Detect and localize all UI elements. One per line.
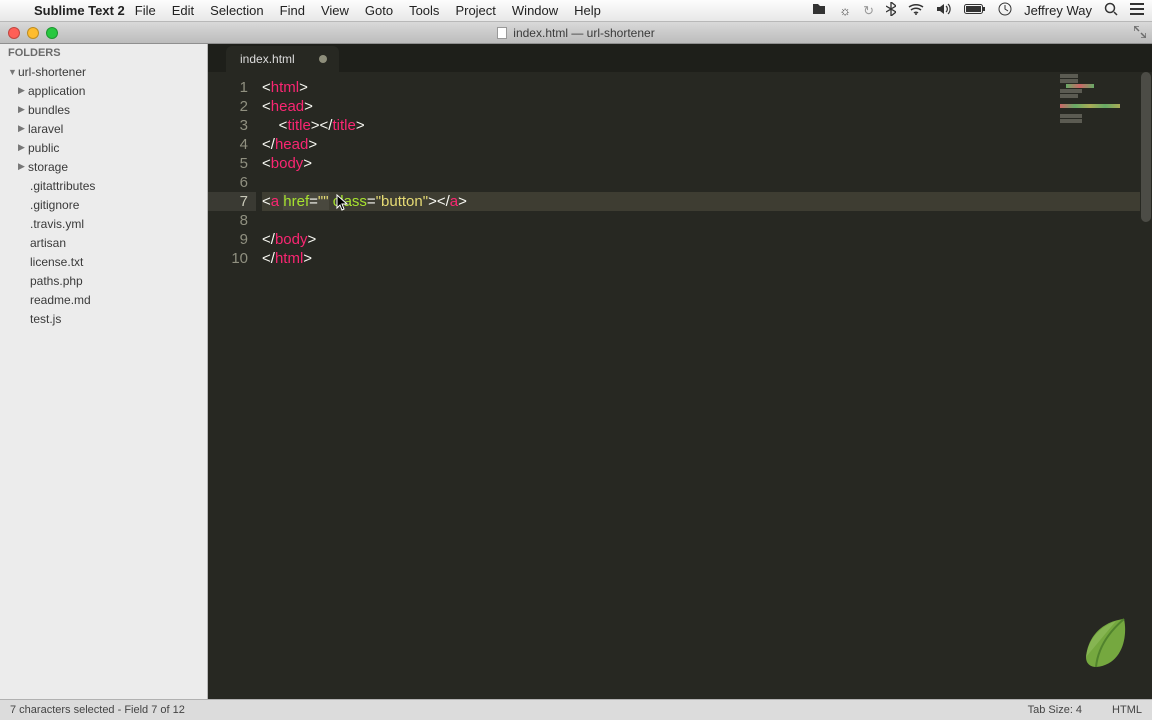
code-line: <title></title> [262, 116, 1152, 135]
tab-bar: index.html [208, 44, 1152, 72]
evernote-icon[interactable] [811, 2, 827, 19]
editor: index.html 1 2 3 4 5 6 7 8 9 10 <html> [208, 44, 1152, 699]
code-area[interactable]: 1 2 3 4 5 6 7 8 9 10 <html> <head> <titl… [208, 72, 1152, 699]
status-syntax[interactable]: HTML [1112, 704, 1142, 716]
tree-folder[interactable]: ▶laravel [0, 119, 207, 138]
envato-leaf-icon [1074, 613, 1134, 673]
disclosure-right-icon[interactable]: ▶ [18, 161, 28, 172]
vertical-scrollbar[interactable] [1140, 72, 1152, 678]
app-window: index.html — url-shortener FOLDERS ▼ url… [0, 22, 1152, 720]
code-line [262, 211, 1152, 230]
minimap[interactable] [1060, 74, 1140, 699]
macos-menubar: Sublime Text 2 File Edit Selection Find … [0, 0, 1152, 22]
window-title: index.html — url-shortener [0, 26, 1152, 40]
menu-help[interactable]: Help [574, 3, 601, 18]
code-line: </body> [262, 230, 1152, 249]
code-line: <a href="" class="button"></a> [262, 192, 1152, 211]
notification-center-icon[interactable] [1130, 3, 1144, 18]
code-line: <html> [262, 78, 1152, 97]
disclosure-right-icon[interactable]: ▶ [18, 104, 28, 115]
menu-goto[interactable]: Goto [365, 3, 393, 18]
disclosure-down-icon[interactable]: ▼ [8, 67, 18, 77]
status-bar: 7 characters selected - Field 7 of 12 Ta… [0, 699, 1152, 720]
spotlight-icon[interactable] [1104, 2, 1118, 19]
timemachine-icon[interactable]: ↻ [863, 3, 874, 19]
tree-file[interactable]: .gitignore [0, 195, 207, 214]
tree-file[interactable]: artisan [0, 233, 207, 252]
gutter: 1 2 3 4 5 6 7 8 9 10 [208, 72, 256, 699]
sun-icon[interactable]: ☼ [839, 3, 851, 18]
fullscreen-icon[interactable] [1134, 26, 1146, 38]
tree-file[interactable]: paths.php [0, 271, 207, 290]
menu-edit[interactable]: Edit [172, 3, 194, 18]
tab-index-html[interactable]: index.html [226, 46, 339, 72]
minimize-window-button[interactable] [27, 27, 39, 39]
code-content[interactable]: <html> <head> <title></title> </head> <b… [256, 72, 1152, 699]
code-line: </head> [262, 135, 1152, 154]
tree-folder[interactable]: ▶application [0, 81, 207, 100]
tree-file[interactable]: .gitattributes [0, 176, 207, 195]
tree-folder[interactable]: ▶public [0, 138, 207, 157]
bluetooth-icon[interactable] [886, 2, 896, 19]
tree-file[interactable]: readme.md [0, 290, 207, 309]
zoom-window-button[interactable] [46, 27, 58, 39]
disclosure-right-icon[interactable]: ▶ [18, 85, 28, 96]
tree-root[interactable]: ▼ url-shortener [0, 62, 207, 81]
folder-tree: ▼ url-shortener ▶application ▶bundles ▶l… [0, 62, 207, 336]
menu-window[interactable]: Window [512, 3, 558, 18]
menu-tools[interactable]: Tools [409, 3, 439, 18]
dirty-indicator-icon [319, 55, 327, 63]
menubar-user[interactable]: Jeffrey Way [1024, 3, 1092, 18]
tree-file[interactable]: license.txt [0, 252, 207, 271]
tree-file[interactable]: .travis.yml [0, 214, 207, 233]
status-tab-size[interactable]: Tab Size: 4 [1028, 704, 1082, 716]
disclosure-right-icon[interactable]: ▶ [18, 123, 28, 134]
tree-folder[interactable]: ▶bundles [0, 100, 207, 119]
close-window-button[interactable] [8, 27, 20, 39]
menu-project[interactable]: Project [455, 3, 495, 18]
tab-label: index.html [240, 52, 295, 66]
disclosure-right-icon[interactable]: ▶ [18, 142, 28, 153]
clock-icon[interactable] [998, 2, 1012, 19]
menu-file[interactable]: File [135, 3, 156, 18]
code-line [262, 173, 1152, 192]
document-icon [497, 27, 507, 39]
volume-icon[interactable] [936, 3, 952, 18]
battery-icon[interactable] [964, 3, 986, 18]
menubar-app-name[interactable]: Sublime Text 2 [34, 3, 125, 18]
window-titlebar: index.html — url-shortener [0, 22, 1152, 44]
code-line: <head> [262, 97, 1152, 116]
tree-folder[interactable]: ▶storage [0, 157, 207, 176]
wifi-icon[interactable] [908, 3, 924, 18]
status-selection: 7 characters selected - Field 7 of 12 [10, 704, 185, 716]
code-line: <body> [262, 154, 1152, 173]
menu-view[interactable]: View [321, 3, 349, 18]
menu-find[interactable]: Find [280, 3, 305, 18]
code-line: </html> [262, 249, 1152, 268]
scroll-thumb[interactable] [1141, 72, 1151, 222]
tree-file[interactable]: test.js [0, 309, 207, 328]
sidebar: FOLDERS ▼ url-shortener ▶application ▶bu… [0, 44, 208, 699]
traffic-lights [8, 27, 58, 39]
sidebar-header: FOLDERS [0, 44, 207, 62]
menu-selection[interactable]: Selection [210, 3, 263, 18]
